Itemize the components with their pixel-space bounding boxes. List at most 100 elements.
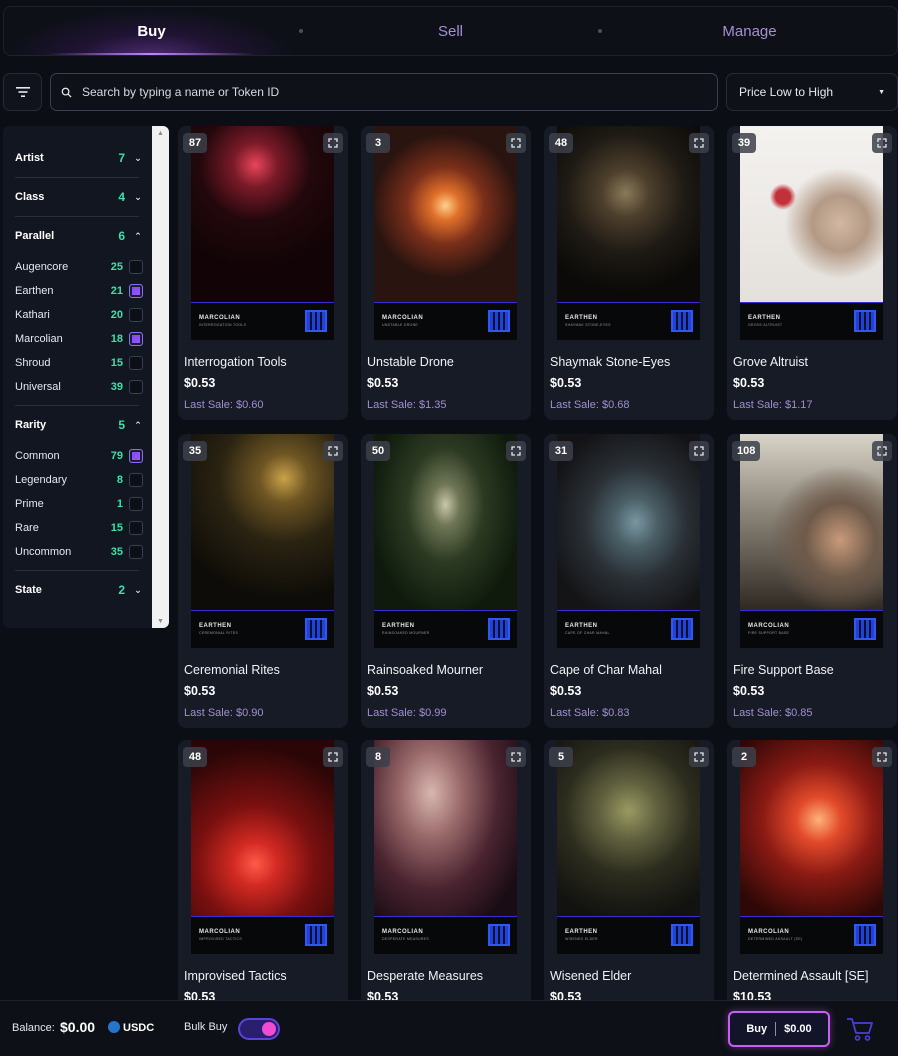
filter-option-label: Augencore: [15, 261, 69, 273]
filter-option-shroud[interactable]: Shroud 15: [15, 351, 143, 375]
filter-option-earthen[interactable]: Earthen 21: [15, 279, 143, 303]
quantity-badge: 2: [732, 747, 756, 767]
filter-option-marcolian[interactable]: Marcolian 18: [15, 327, 143, 351]
card-subtitle: IMPROVISED TACTICS: [199, 937, 242, 941]
scroll-down-arrow-icon[interactable]: ▼: [152, 614, 169, 628]
card-last-sale: Last Sale: $0.68: [550, 399, 630, 411]
tab-manage[interactable]: Manage: [602, 7, 897, 55]
filter-checkbox[interactable]: [129, 308, 143, 322]
quantity-badge: 31: [549, 441, 573, 461]
card-item[interactable]: MARCOLIAN DETERMINED ASSAULT (SE) 2 Determi…: [727, 740, 897, 1004]
card-item[interactable]: MARCOLIAN INTERROGATION TOOLS 87 Interrogat…: [178, 126, 348, 420]
filter-icon: [15, 87, 30, 97]
card-item[interactable]: MARCOLIAN DESPERATE MEASURES 8 Desperate Me…: [361, 740, 531, 1004]
expand-icon[interactable]: [689, 747, 709, 767]
card-item[interactable]: EARTHEN GROVE ALTRUIST 39 Grove Altruist $0.…: [727, 126, 897, 420]
card-name: Interrogation Tools: [184, 355, 287, 369]
card-subtitle: CEREMONIAL RITES: [199, 631, 239, 635]
card-item[interactable]: EARTHEN CEREMONIAL RITES 35 Ceremonial Rite…: [178, 434, 348, 728]
filter-checkbox[interactable]: [129, 356, 143, 370]
card-subtitle: DESPERATE MEASURES: [382, 937, 429, 941]
expand-icon[interactable]: [323, 133, 343, 153]
expand-icon[interactable]: [872, 441, 892, 461]
card-parallel-name: EARTHEN: [565, 623, 598, 629]
expand-icon[interactable]: [506, 133, 526, 153]
filter-option-prime[interactable]: Prime 1: [15, 492, 143, 516]
card-artwork: MARCOLIAN DESPERATE MEASURES: [374, 740, 517, 954]
expand-icon[interactable]: [689, 133, 709, 153]
card-subtitle: FIRE SUPPORT BASE: [748, 631, 790, 635]
filter-group-parallel[interactable]: Parallel 6 ⌃: [15, 217, 143, 255]
filter-checkbox[interactable]: [129, 449, 143, 463]
expand-icon[interactable]: [872, 133, 892, 153]
qr-code-icon: [854, 618, 876, 640]
card-last-sale: Last Sale: $1.35: [367, 399, 447, 411]
filter-checkbox[interactable]: [129, 473, 143, 487]
card-parallel-name: EARTHEN: [382, 623, 415, 629]
filter-option-uncommon[interactable]: Uncommon 35: [15, 540, 143, 564]
card-subtitle: INTERROGATION TOOLS: [199, 323, 247, 327]
qr-code-icon: [671, 618, 693, 640]
filter-group-rarity[interactable]: Rarity 5 ⌃: [15, 406, 143, 444]
filter-checkbox[interactable]: [129, 332, 143, 346]
sidebar-scrollbar[interactable]: ▲ ▼: [152, 126, 169, 628]
expand-icon[interactable]: [506, 747, 526, 767]
filter-option-count: 39: [110, 381, 123, 393]
card-name: Shaymak Stone-Eyes: [550, 355, 671, 369]
card-item[interactable]: EARTHEN WISENED ELDER 5 Wisened Elder $0.53: [544, 740, 714, 1004]
card-item[interactable]: MARCOLIAN IMPROVISED TACTICS 48 Improvised …: [178, 740, 348, 1004]
filter-option-augencore[interactable]: Augencore 25: [15, 255, 143, 279]
filter-group-artist[interactable]: Artist 7 ⌄: [15, 139, 143, 177]
filter-checkbox[interactable]: [129, 380, 143, 394]
card-item[interactable]: EARTHEN RAINSOAKED MOURNER 50 Rainsoaked Mo…: [361, 434, 531, 728]
tab-buy[interactable]: Buy: [4, 7, 299, 55]
buy-button[interactable]: Buy $0.00: [728, 1011, 830, 1047]
filter-group-state[interactable]: State 2 ⌄: [15, 571, 143, 609]
card-price: $0.53: [184, 684, 216, 698]
sort-selected-label: Price Low to High: [739, 85, 834, 99]
card-last-sale: Last Sale: $0.85: [733, 707, 813, 719]
card-subtitle: RAINSOAKED MOURNER: [382, 631, 430, 635]
card-item[interactable]: MARCOLIAN UNSTABLE DRONE 3 Unstable Drone $0…: [361, 126, 531, 420]
filter-option-rare[interactable]: Rare 15: [15, 516, 143, 540]
card-artwork: EARTHEN RAINSOAKED MOURNER: [374, 434, 517, 648]
expand-icon[interactable]: [323, 747, 343, 767]
scroll-up-arrow-icon[interactable]: ▲: [152, 126, 169, 140]
chevron-down-icon: ⌄: [134, 191, 142, 202]
parallel-options: Augencore 25 Earthen 21 Kathari 20 Marcolian 18…: [15, 255, 143, 399]
bulk-buy-toggle[interactable]: [238, 1018, 280, 1040]
cart-icon[interactable]: [845, 1015, 875, 1043]
card-item[interactable]: EARTHEN CAPE OF CHAR MAHAL 31 Cape of Char …: [544, 434, 714, 728]
filter-toggle-button[interactable]: [3, 73, 42, 111]
filter-group-class[interactable]: Class 4 ⌄: [15, 178, 143, 216]
card-parallel-name: EARTHEN: [199, 623, 232, 629]
expand-icon[interactable]: [872, 747, 892, 767]
card-name: Improvised Tactics: [184, 969, 287, 983]
filter-checkbox[interactable]: [129, 521, 143, 535]
card-artwork: MARCOLIAN FIRE SUPPORT BASE: [740, 434, 883, 648]
card-item[interactable]: MARCOLIAN FIRE SUPPORT BASE 108 Fire Suppor…: [727, 434, 897, 728]
chevron-down-icon: ⌄: [134, 584, 142, 595]
filter-group-count: 6: [118, 229, 125, 243]
expand-icon[interactable]: [689, 441, 709, 461]
card-item[interactable]: EARTHEN SHAYMAK STONE-EYES 48 Shaymak Stone…: [544, 126, 714, 420]
card-image: [374, 740, 517, 917]
filter-option-kathari[interactable]: Kathari 20: [15, 303, 143, 327]
filter-checkbox[interactable]: [129, 260, 143, 274]
expand-icon[interactable]: [323, 441, 343, 461]
quantity-badge: 35: [183, 441, 207, 461]
card-parallel-name: MARCOLIAN: [199, 315, 241, 321]
filter-option-legendary[interactable]: Legendary 8: [15, 468, 143, 492]
card-image: [191, 434, 334, 611]
expand-icon[interactable]: [506, 441, 526, 461]
filter-option-common[interactable]: Common 79: [15, 444, 143, 468]
card-name: Grove Altruist: [733, 355, 809, 369]
filter-checkbox[interactable]: [129, 284, 143, 298]
tab-sell[interactable]: Sell: [303, 7, 598, 55]
search-input[interactable]: Search by typing a name or Token ID: [50, 73, 718, 111]
sort-dropdown[interactable]: Price Low to High ▼: [726, 73, 898, 111]
card-label-strip: EARTHEN RAINSOAKED MOURNER: [374, 610, 517, 648]
filter-checkbox[interactable]: [129, 497, 143, 511]
filter-option-universal[interactable]: Universal 39: [15, 375, 143, 399]
filter-checkbox[interactable]: [129, 545, 143, 559]
